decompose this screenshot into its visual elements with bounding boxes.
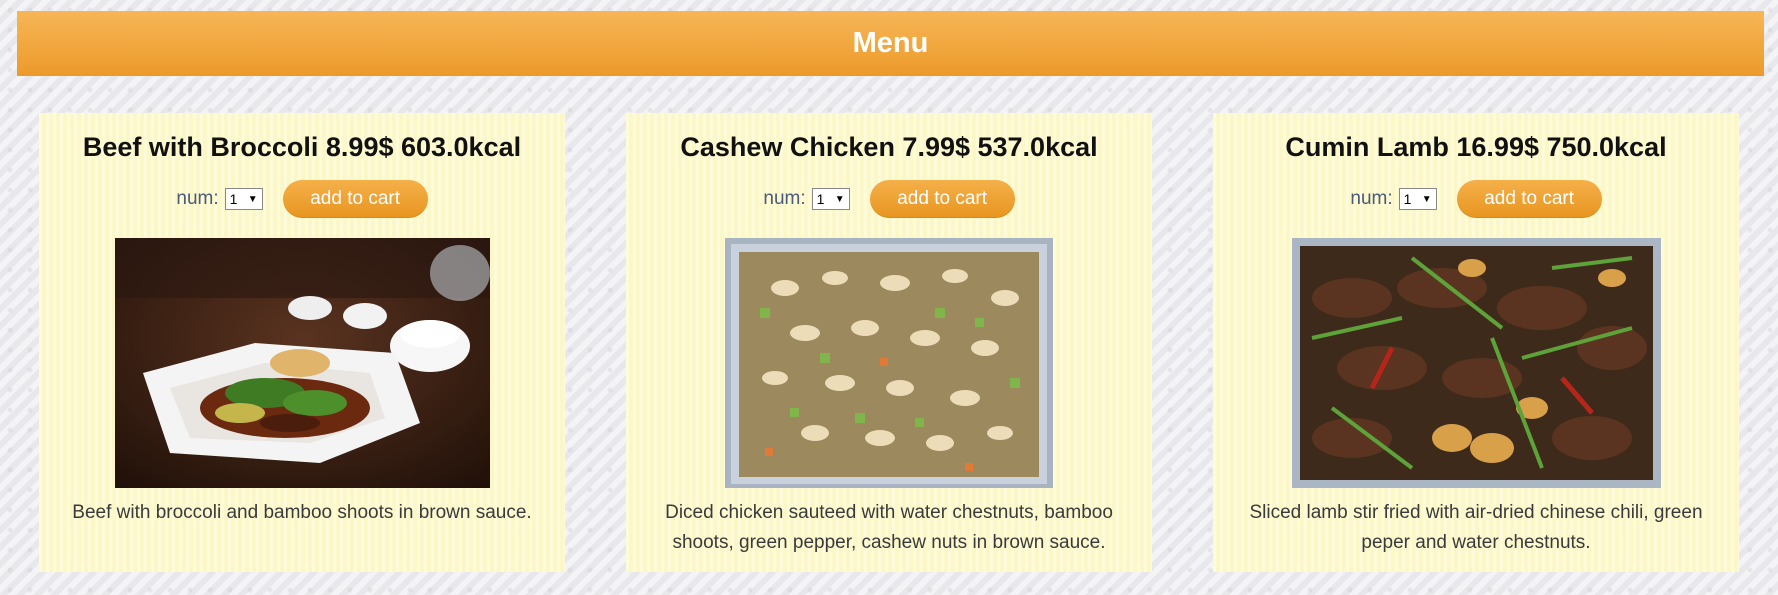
- chevron-down-icon: ▼: [247, 193, 258, 205]
- order-controls: num: 1 ▼ add to cart: [176, 180, 428, 218]
- dish-title: Cumin Lamb 16.99$ 750.0kcal: [1285, 132, 1667, 162]
- chevron-down-icon: ▼: [834, 193, 845, 205]
- quantity-value: 1: [1403, 191, 1412, 207]
- quantity-value: 1: [816, 191, 825, 207]
- cashew-chicken-photo: [725, 238, 1053, 488]
- menu-card-beef-with-broccoli: Beef with Broccoli 8.99$ 603.0kcal num: …: [39, 113, 565, 572]
- page-title: Menu: [852, 27, 929, 59]
- quantity-select[interactable]: 1 ▼: [224, 188, 263, 210]
- quantity-label: num:: [763, 188, 806, 209]
- dish-photo: [725, 238, 1053, 488]
- menu-header: Menu: [17, 11, 1764, 76]
- quantity-select[interactable]: 1 ▼: [1398, 188, 1437, 210]
- quantity-label: num:: [176, 188, 219, 209]
- order-controls: num: 1 ▼ add to cart: [1350, 180, 1602, 218]
- quantity-label: num:: [1350, 188, 1393, 209]
- beef-with-broccoli-photo: [114, 238, 490, 488]
- chevron-down-icon: ▼: [1421, 193, 1432, 205]
- dish-title: Cashew Chicken 7.99$ 537.0kcal: [680, 132, 1098, 162]
- add-to-cart-button[interactable]: add to cart: [869, 180, 1015, 218]
- order-controls: num: 1 ▼ add to cart: [763, 180, 1015, 218]
- menu-card-cumin-lamb: Cumin Lamb 16.99$ 750.0kcal num: 1 ▼ add…: [1213, 113, 1739, 572]
- dish-description: Sliced lamb stir fried with air-dried ch…: [1249, 502, 1703, 553]
- add-to-cart-button[interactable]: add to cart: [282, 180, 428, 218]
- menu-card-cashew-chicken: Cashew Chicken 7.99$ 537.0kcal num: 1 ▼ …: [626, 113, 1152, 572]
- dish-description: Diced chicken sauteed with water chestnu…: [665, 502, 1113, 553]
- dish-photo: [114, 238, 490, 488]
- dish-photo: [1291, 238, 1661, 488]
- quantity-value: 1: [229, 191, 238, 207]
- quantity-select[interactable]: 1 ▼: [811, 188, 850, 210]
- add-to-cart-button[interactable]: add to cart: [1456, 180, 1602, 218]
- cumin-lamb-photo: [1291, 238, 1661, 488]
- dish-title: Beef with Broccoli 8.99$ 603.0kcal: [82, 132, 522, 162]
- dish-description: Beef with broccoli and bamboo shoots in …: [72, 502, 532, 523]
